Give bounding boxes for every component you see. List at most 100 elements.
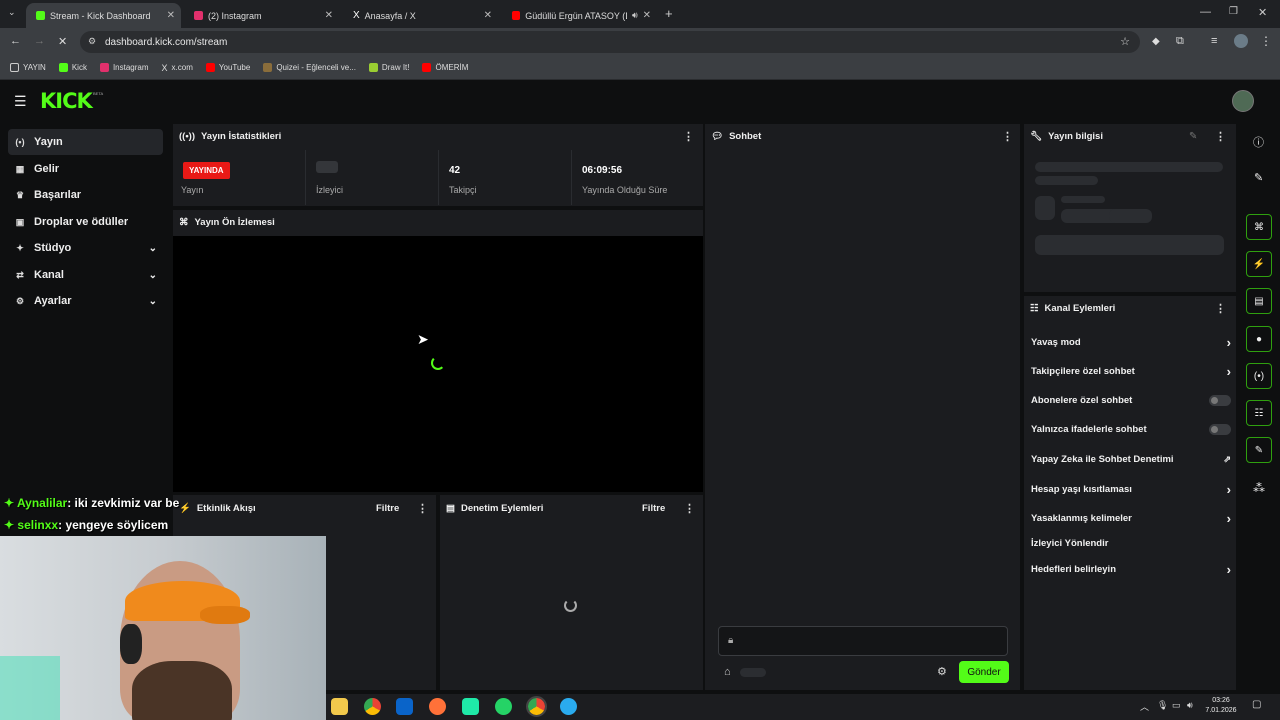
toggle-switch[interactable] <box>1209 424 1231 435</box>
stream-preview-player[interactable] <box>173 236 703 492</box>
gear-icon[interactable]: ⚙ <box>937 665 947 678</box>
extension-icon[interactable]: ◆ <box>1152 36 1160 47</box>
rail-activity-button[interactable]: ⚡ <box>1246 251 1272 277</box>
close-icon[interactable]: ✕ <box>643 10 651 21</box>
app-header: ☰ KICK BETA <box>0 81 1280 121</box>
action-abonelere-ozel[interactable]: Abonelere özel sohbet <box>1031 395 1231 406</box>
close-icon[interactable]: ✕ <box>167 10 175 21</box>
more-options-icon[interactable]: ⋮ <box>683 130 694 143</box>
rail-list-button[interactable]: ☷ <box>1246 400 1272 426</box>
more-options-icon[interactable]: ⋮ <box>684 502 695 515</box>
action-yavas-mod[interactable]: Yavaş mod › <box>1031 335 1231 350</box>
reload-icon[interactable]: ✕ <box>58 35 67 48</box>
outlook-icon[interactable] <box>396 698 413 715</box>
chevron-down-icon: ⌄ <box>148 242 157 254</box>
bookmark-youtube[interactable]: YouTube <box>205 63 250 72</box>
media-icon[interactable]: ≡ <box>1211 35 1217 47</box>
volume-icon[interactable]: 🔊︎ <box>1187 700 1193 711</box>
sidebar-item-droplar[interactable]: ▣ Droplar ve ödüller <box>8 209 163 235</box>
user-avatar[interactable] <box>1232 90 1254 112</box>
clock-date: 7.01.2026 <box>1205 707 1237 714</box>
profile-avatar[interactable] <box>1234 34 1248 48</box>
overlay-chat-message: : yengeye söylicem <box>58 518 169 532</box>
bookmark-omerim[interactable]: ÖMERİM <box>422 63 468 72</box>
file-explorer-icon[interactable] <box>331 698 348 715</box>
action-hedefler[interactable]: Hedefleri belirleyin › <box>1031 562 1231 577</box>
pencil-icon[interactable]: ✎ <box>1254 171 1263 184</box>
url-field[interactable]: ⚙ dashboard.kick.com/stream ☆ <box>80 31 1140 53</box>
add-widget-icon[interactable]: ⁂ <box>1253 481 1265 495</box>
action-izleyici-yonlendir[interactable]: İzleyici Yönlendir <box>1031 538 1231 549</box>
info-icon[interactable]: ⓘ <box>1253 134 1264 150</box>
bookmark-kick[interactable]: Kick <box>58 63 87 72</box>
gear-icon: ⚙ <box>15 295 25 306</box>
window-close-icon[interactable]: ✕ <box>1258 6 1267 19</box>
microphone-icon[interactable]: 🎙︎ <box>1157 700 1168 711</box>
hamburger-menu-icon[interactable]: ☰ <box>14 93 27 110</box>
sidebar-item-studyo[interactable]: ✦ Stüdyo ⌄ <box>8 235 163 261</box>
send-button[interactable]: Gönder <box>959 661 1009 683</box>
more-options-icon[interactable]: ⋮ <box>417 502 428 515</box>
bookmark-drawit[interactable]: Draw It! <box>368 63 409 72</box>
tab-list-icon[interactable]: ⌄ <box>8 7 16 18</box>
sidebar-item-gelir[interactable]: ▦ Gelir <box>8 156 163 182</box>
notification-icon[interactable]: ▢ <box>1252 699 1261 710</box>
tab-instagram[interactable]: (2) Instagram ✕ <box>184 3 339 28</box>
rail-preview-button[interactable]: ⌘ <box>1246 214 1272 240</box>
more-options-icon[interactable]: ⋮ <box>1002 130 1013 143</box>
chrome-active-icon[interactable] <box>526 696 547 717</box>
restore-icon[interactable]: ❐ <box>1229 6 1238 17</box>
site-info-icon[interactable]: ⚙ <box>88 36 96 47</box>
more-options-icon[interactable]: ⋮ <box>1215 302 1226 315</box>
back-icon[interactable]: ← <box>10 35 21 47</box>
rail-wrench-button[interactable]: ✎ <box>1246 437 1272 463</box>
bookmark-yayin[interactable]: YAYIN <box>10 63 46 72</box>
chat-input[interactable]: 🔒︎ <box>718 626 1008 656</box>
tab-kick-dashboard[interactable]: Stream - Kick Dashboard ✕ <box>26 3 181 28</box>
sidebar-item-ayarlar[interactable]: ⚙ Ayarlar ⌄ <box>8 288 163 314</box>
rail-chat-button[interactable]: ● <box>1246 326 1272 352</box>
filter-button[interactable]: Filtre <box>376 503 399 514</box>
action-yasakli-kelimeler[interactable]: Yasaklanmış kelimeler › <box>1031 511 1231 526</box>
system-clock[interactable]: 03:26 7.01.2026 <box>1203 696 1239 716</box>
bookmark-x[interactable]: Xx.com <box>162 63 193 73</box>
minimize-icon[interactable]: — <box>1200 6 1211 18</box>
store-icon[interactable]: ⌂ <box>724 666 731 678</box>
tray-chevron-icon[interactable]: ︿ <box>1140 700 1149 713</box>
bookmark-star-icon[interactable]: ☆ <box>1120 35 1130 48</box>
broadcast-icon: ((•)) <box>179 131 195 142</box>
edit-icon[interactable]: ✎ <box>1189 131 1197 142</box>
action-label: İzleyici Yönlendir <box>1031 538 1109 549</box>
forward-icon[interactable]: → <box>34 35 45 47</box>
network-icon[interactable]: ▭ <box>1172 700 1181 711</box>
telegram-icon[interactable] <box>560 698 577 715</box>
menu-icon[interactable]: ⋮ <box>1260 34 1272 48</box>
chrome-icon[interactable] <box>364 698 381 715</box>
tab-x[interactable]: X Anasayfa / X ✕ <box>343 3 498 28</box>
sidebar-item-label: Başarılar <box>34 189 82 201</box>
bookmark-quizei[interactable]: Quizei - Eğlenceli ve... <box>263 63 356 72</box>
sidebar: (•) Yayın ▦ Gelir ♛ Başarılar ▣ Droplar ve ö… <box>0 121 170 501</box>
whatsapp-icon[interactable] <box>495 698 512 715</box>
toggle-switch[interactable] <box>1209 395 1231 406</box>
sidebar-item-kanal[interactable]: ⇄ Kanal ⌄ <box>8 262 163 288</box>
more-options-icon[interactable]: ⋮ <box>1215 130 1226 143</box>
action-ifadelerle-sohbet[interactable]: Yalnızca ifadelerle sohbet <box>1031 424 1231 435</box>
bookmark-instagram[interactable]: Instagram <box>99 63 149 72</box>
sidebar-item-basarilar[interactable]: ♛ Başarılar <box>8 182 163 208</box>
new-tab-icon[interactable]: + <box>665 6 673 21</box>
close-icon[interactable]: ✕ <box>325 10 333 21</box>
firefox-icon[interactable] <box>429 698 446 715</box>
rail-document-button[interactable]: ▤ <box>1246 288 1272 314</box>
close-icon[interactable]: ✕ <box>484 10 492 21</box>
puzzle-icon[interactable]: ⧉ <box>1176 35 1184 48</box>
rail-broadcast-button[interactable]: (•) <box>1246 363 1272 389</box>
app-icon[interactable] <box>462 698 479 715</box>
tab-youtube[interactable]: Güdüllü Ergün ATASOY (Da 🔊︎ ✕ <box>502 3 657 28</box>
kick-logo[interactable]: KICK <box>40 89 93 113</box>
action-hesap-yasi[interactable]: Hesap yaşı kısıtlaması › <box>1031 482 1231 497</box>
action-yapay-zeka[interactable]: Yapay Zeka ile Sohbet Denetimi ⇗ <box>1031 454 1231 465</box>
action-takipcilere-ozel[interactable]: Takipçilere özel sohbet › <box>1031 364 1231 379</box>
sidebar-item-yayin[interactable]: (•) Yayın <box>8 129 163 155</box>
filter-button[interactable]: Filtre <box>642 503 665 514</box>
